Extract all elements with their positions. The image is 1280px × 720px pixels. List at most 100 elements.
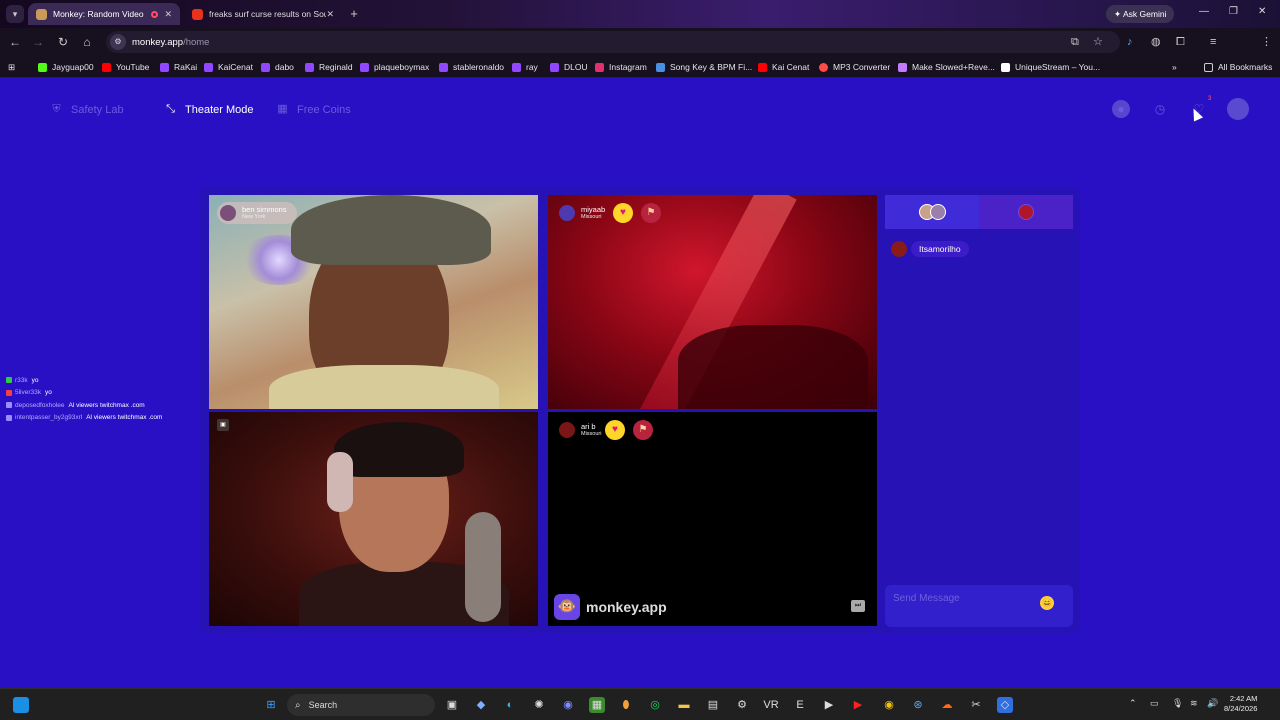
extensions-puzzle-icon[interactable]: ⧠ bbox=[1176, 35, 1185, 49]
maximize-icon[interactable]: ❐ bbox=[1229, 6, 1238, 17]
media-controls-icon[interactable]: ≡ bbox=[1210, 35, 1216, 49]
back-icon[interactable]: ← bbox=[8, 35, 22, 49]
vr-icon[interactable]: VR bbox=[763, 697, 779, 713]
chrome-icon[interactable]: ◉ bbox=[881, 697, 897, 713]
bookmark-item[interactable]: Reginald bbox=[305, 60, 353, 74]
tab-soundcloud[interactable]: freaks surf curse results on Sou ✕ bbox=[184, 3, 342, 25]
user-badge[interactable]: ari b Missouri bbox=[556, 419, 611, 441]
media-player-icon[interactable]: ▶ bbox=[821, 697, 837, 713]
bookmark-item[interactable]: DLOU bbox=[550, 60, 588, 74]
capcut-icon[interactable]: ✂ bbox=[968, 697, 984, 713]
soundcloud-icon[interactable]: ☁ bbox=[939, 697, 955, 713]
close-tab-icon[interactable]: ✕ bbox=[326, 9, 334, 20]
bookmark-item[interactable]: Make Slowed+Reve... bbox=[898, 60, 995, 74]
minimize-icon[interactable]: — bbox=[1199, 6, 1209, 17]
theater-mode-button[interactable]: ⤡ Theater Mode bbox=[164, 103, 253, 116]
free-coins-button[interactable]: ▦ Free Coins bbox=[276, 103, 351, 116]
user-avatar[interactable] bbox=[1227, 98, 1249, 120]
ask-gemini-button[interactable]: ✦ Ask Gemini bbox=[1106, 5, 1175, 23]
twitch-icon bbox=[160, 62, 169, 72]
bookmark-item[interactable]: Instagram bbox=[595, 60, 647, 74]
tab-monkey[interactable]: Monkey: Random Video Ch ✕ bbox=[28, 3, 180, 25]
bookmark-item[interactable]: Song Key & BPM Fi... bbox=[656, 60, 752, 74]
bookmark-label: Song Key & BPM Fi... bbox=[670, 62, 753, 72]
address-bar-row: ← → ↻ ⌂ ⚙ monkey.app/home ⧉ ☆ ♪ ◍ ⧠ ≡ ⋮ bbox=[0, 28, 1280, 77]
bookmark-item[interactable]: YouTube bbox=[102, 60, 149, 74]
chat-panel: Itsamorilho Send Message 😄 bbox=[885, 195, 1073, 627]
bookmark-item[interactable]: All Bookmarks bbox=[1204, 60, 1272, 74]
discord-icon[interactable]: ◉ bbox=[560, 697, 576, 713]
roblox-icon[interactable]: ◇ bbox=[997, 697, 1013, 713]
heart-icon[interactable]: ♥ bbox=[613, 203, 633, 223]
home-icon[interactable]: ⌂ bbox=[80, 35, 94, 49]
volume-icon[interactable]: 🔊 bbox=[1207, 698, 1218, 709]
bookmark-item[interactable]: plaqueboymax bbox=[360, 60, 429, 74]
bookmark-item[interactable]: RaKai bbox=[160, 60, 197, 74]
youtube-icon[interactable]: ▶ bbox=[850, 697, 866, 713]
close-tab-icon[interactable]: ✕ bbox=[164, 9, 172, 20]
minecraft-icon[interactable]: ▦ bbox=[589, 697, 605, 713]
widgets-icon[interactable] bbox=[13, 697, 29, 713]
chat-tab-private[interactable] bbox=[979, 195, 1073, 229]
bookmark-item[interactable]: stableronaldo bbox=[439, 60, 504, 74]
chat-tab-group[interactable] bbox=[885, 195, 979, 229]
new-tab-icon[interactable]: + bbox=[346, 6, 362, 22]
system-clock[interactable]: 2:42 AM 8/24/2026 bbox=[1224, 694, 1257, 714]
emoji-icon[interactable]: 😄 bbox=[1040, 596, 1054, 610]
menu-icon[interactable]: ⋮ bbox=[1261, 35, 1272, 49]
history-clock-icon[interactable]: ◷ bbox=[1151, 100, 1169, 118]
heart-icon[interactable]: ♥ bbox=[605, 420, 625, 440]
bookmark-star-icon[interactable]: ☆ bbox=[1093, 35, 1103, 49]
windows-start-icon[interactable]: ⊞ bbox=[263, 697, 279, 713]
bookmark-item[interactable]: dabo bbox=[261, 60, 294, 74]
spotify-icon[interactable]: ◎ bbox=[647, 697, 663, 713]
tab-list-button[interactable]: ▾ bbox=[6, 5, 24, 23]
extension-icon[interactable]: ◍ bbox=[1151, 35, 1161, 49]
steam-icon[interactable]: ⊛ bbox=[910, 697, 926, 713]
edge-icon[interactable]: ◐ bbox=[502, 697, 518, 713]
extension-audio-icon[interactable]: ♪ bbox=[1127, 35, 1133, 49]
report-flag-icon[interactable]: ⚑ bbox=[633, 420, 653, 440]
user-badge[interactable]: ben simmons New York bbox=[217, 202, 297, 224]
app-icon[interactable]: ⬮ bbox=[618, 697, 634, 713]
microphone-icon[interactable]: 🎙 bbox=[1172, 698, 1183, 709]
folder-icon bbox=[1204, 62, 1213, 72]
task-view-icon[interactable]: ▣ bbox=[444, 697, 460, 713]
coin-icon[interactable]: ● bbox=[1112, 100, 1130, 118]
url-field[interactable]: ⚙ monkey.app/home bbox=[106, 31, 1120, 53]
copilot-icon[interactable]: ◆ bbox=[473, 697, 489, 713]
bookmark-item[interactable]: Kai Cenat bbox=[758, 60, 809, 74]
reload-icon[interactable]: ↻ bbox=[56, 35, 70, 49]
bookmark-item[interactable]: MP3 Converter bbox=[819, 60, 890, 74]
tray-app-icon[interactable]: ▭ bbox=[1150, 698, 1159, 709]
settings-gear-icon[interactable]: ⚙ bbox=[734, 697, 750, 713]
chatgpt-icon[interactable]: ✺ bbox=[531, 697, 547, 713]
sender-avatar bbox=[891, 241, 907, 257]
forward-icon[interactable]: → bbox=[31, 35, 45, 49]
clock-time: 2:42 AM bbox=[1229, 694, 1258, 703]
user-name: ari b bbox=[581, 421, 596, 431]
monkey-app-watermark: 🐵 monkey.app bbox=[554, 594, 667, 620]
bookmark-item[interactable]: KaiCenat bbox=[204, 60, 253, 74]
notepad-icon[interactable]: ▤ bbox=[705, 697, 721, 713]
file-explorer-icon[interactable]: ▬ bbox=[676, 697, 692, 713]
report-flag-icon[interactable]: ⚑ bbox=[641, 203, 661, 223]
close-window-icon[interactable]: ✕ bbox=[1258, 6, 1266, 17]
send-message-field[interactable]: Send Message 😄 bbox=[885, 585, 1073, 627]
install-app-icon[interactable]: ⧉ bbox=[1071, 35, 1079, 49]
skip-icon[interactable]: ⏭ bbox=[851, 600, 865, 612]
site-info-icon[interactable]: ⚙ bbox=[110, 34, 126, 50]
coins-icon: ▦ bbox=[277, 103, 288, 115]
bookmark-item[interactable]: UniqueStream – You... bbox=[1001, 60, 1100, 74]
apps-grid-icon[interactable]: ⊞ bbox=[8, 60, 15, 74]
taskbar-search[interactable]: ⌕ Search bbox=[287, 694, 435, 716]
epic-games-icon[interactable]: E bbox=[792, 697, 808, 713]
bookmark-item[interactable]: ray bbox=[512, 60, 538, 74]
chat-tabs bbox=[885, 195, 1073, 229]
safety-lab-button[interactable]: ⛨ Safety Lab bbox=[50, 103, 123, 116]
bookmark-item[interactable]: Jayguap00 bbox=[38, 60, 94, 74]
tray-chevron-icon[interactable]: ⌃ bbox=[1129, 698, 1137, 709]
more-bookmarks-icon[interactable]: » bbox=[1172, 60, 1177, 74]
user-badge[interactable]: miyaab Missouri bbox=[556, 202, 615, 224]
wifi-icon[interactable]: ≋ bbox=[1190, 698, 1198, 709]
